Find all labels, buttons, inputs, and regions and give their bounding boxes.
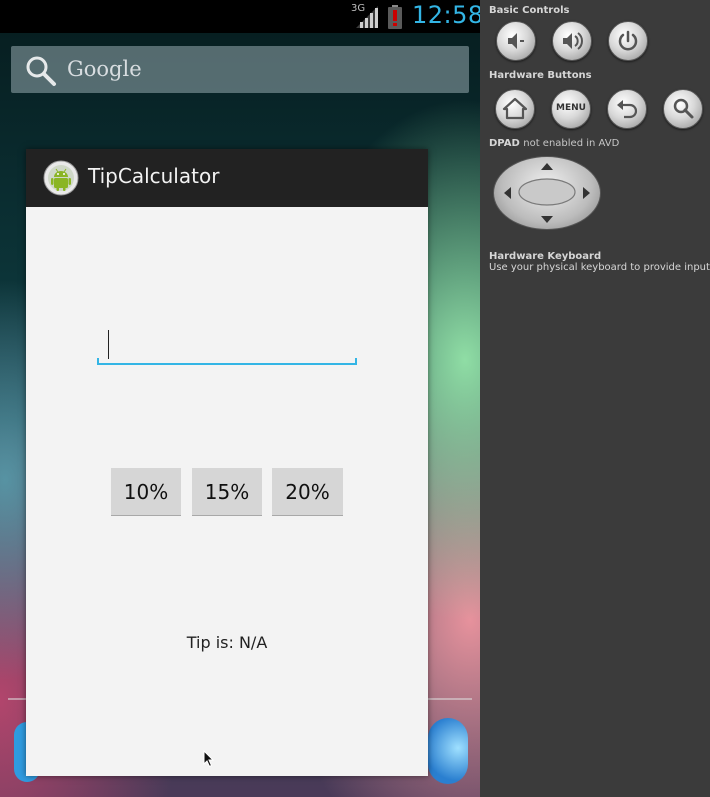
emulator-screen: 3G 12:58 Google TipCalculator 10% 15% 20… [0,0,480,797]
dpad-note: not enabled in AVD [523,138,620,149]
signal-bars-icon [356,6,378,28]
dpad-title: DPAD [489,138,520,149]
basic-controls-heading: Basic Controls [489,5,570,16]
menu-button-label: MENU [556,103,586,113]
tip-result-text: Tip is: N/A [186,633,268,652]
hardware-keyboard-section: Hardware Keyboard Use your physical keyb… [489,251,710,273]
tip-calculator-window: TipCalculator 10% 15% 20% Tip is: N/A [26,149,428,776]
dpad-arrows-icon [504,163,590,223]
android-app-icon [43,160,79,196]
volume-down-icon [508,33,524,49]
power-icon [618,30,638,51]
back-button[interactable] [607,89,647,129]
status-bar: 3G 12:58 [0,0,480,33]
home-icon [502,97,528,120]
bill-amount-input[interactable] [97,325,357,365]
input-underline-right-tick [355,358,357,364]
tip-15-percent-button[interactable]: 15% [192,468,262,516]
google-search-bar[interactable]: Google [11,46,469,93]
dpad-control[interactable] [493,156,601,230]
volume-up-icon [563,32,583,50]
input-underline [97,363,357,365]
search-icon [673,98,694,119]
action-bar: TipCalculator [26,149,428,207]
input-underline-left-tick [97,358,99,364]
hardware-buttons-heading: Hardware Buttons [489,70,592,81]
dpad-heading: DPAD not enabled in AVD [489,138,619,149]
menu-button[interactable]: MENU [551,89,591,129]
volume-up-button[interactable] [552,21,592,61]
power-button[interactable] [608,21,648,61]
tip-20-percent-button[interactable]: 20% [272,468,343,516]
search-icon [26,56,56,86]
home-button[interactable] [495,89,535,129]
emulator-controls-panel: Basic Controls Hardware Buttons MENU DPA… [480,0,710,797]
volume-down-button[interactable] [496,21,536,61]
hardware-keyboard-heading: Hardware Keyboard [489,251,602,262]
google-search-label: Google [67,57,142,81]
search-hardware-button[interactable] [663,89,703,129]
back-icon [617,100,638,119]
status-clock: 12:58 [412,1,480,29]
battery-alert-icon [388,5,402,29]
hardware-keyboard-note: Use your physical keyboard to provide in… [489,262,710,273]
text-cursor [108,330,109,359]
mouse-pointer-icon [203,750,215,768]
tip-10-percent-button[interactable]: 10% [111,468,181,516]
browser-icon[interactable] [428,718,468,784]
app-title: TipCalculator [88,164,220,188]
